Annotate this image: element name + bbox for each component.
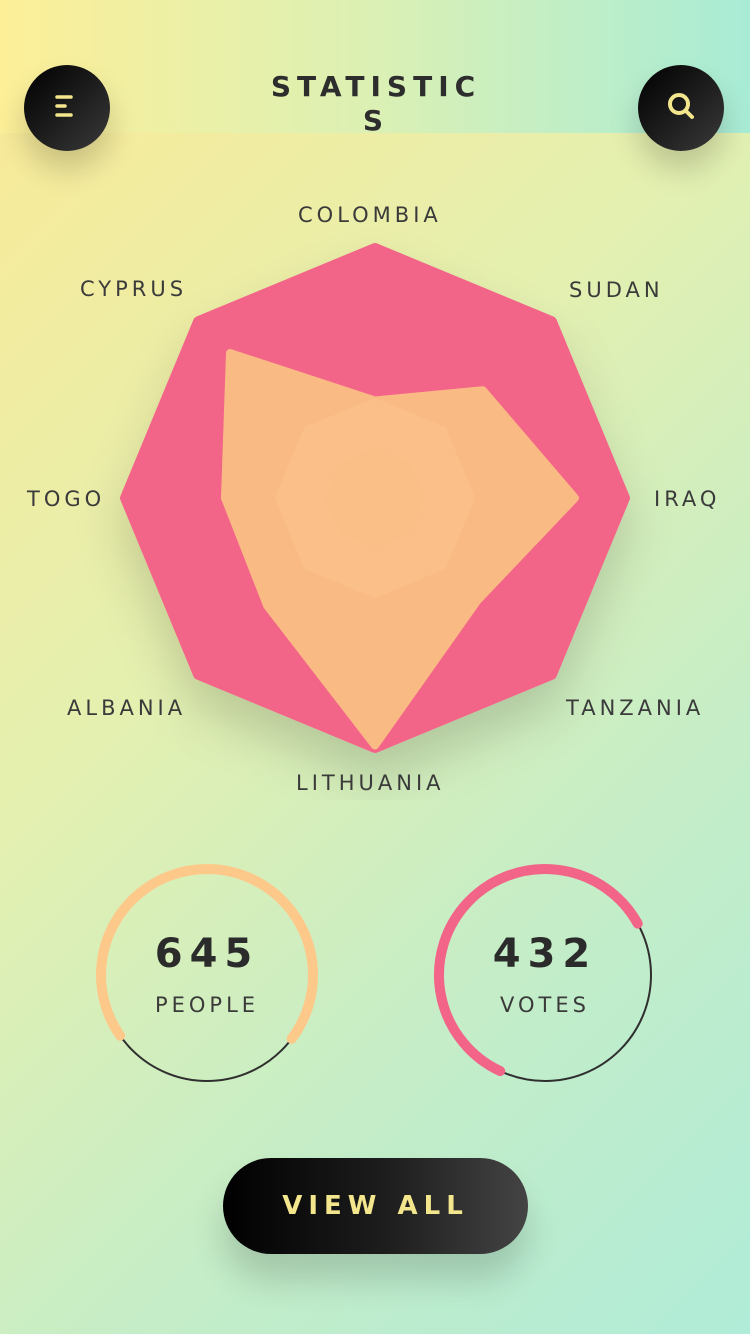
people-count: 645	[154, 931, 260, 977]
view-all-button[interactable]: VIEW ALL	[223, 1158, 528, 1254]
votes-label: VOTES	[500, 993, 590, 1017]
axis-label-tanzania: TANZANIA	[566, 696, 705, 720]
people-stat: 645 PEOPLE	[87, 855, 327, 1095]
axis-label-lithuania: LITHUANIA	[296, 771, 445, 795]
axis-label-togo: TOGO	[27, 487, 106, 511]
votes-count: 432	[492, 931, 598, 977]
axis-label-sudan: SUDAN	[569, 278, 664, 302]
radar-chart	[120, 243, 630, 753]
people-label: PEOPLE	[154, 993, 260, 1017]
axis-label-iraq: IRAQ	[654, 487, 721, 511]
votes-stat: 432 VOTES	[425, 855, 665, 1095]
radar-grid-ring	[325, 448, 425, 548]
axis-label-colombia: COLOMBIA	[298, 203, 442, 227]
axis-label-cyprus: CYPRUS	[80, 277, 188, 301]
axis-label-albania: ALBANIA	[67, 696, 187, 720]
